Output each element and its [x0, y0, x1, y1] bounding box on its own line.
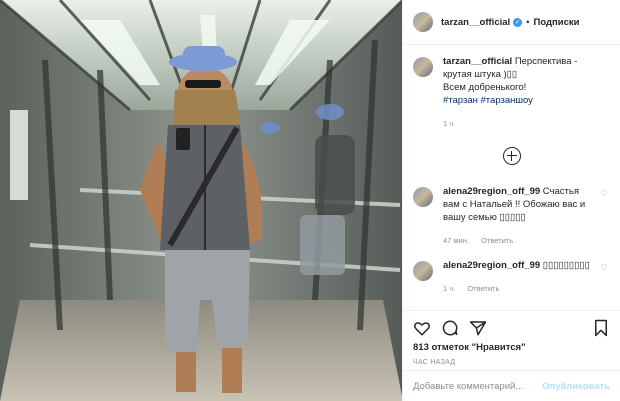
comment-time: 47 мин.: [443, 236, 469, 245]
comment-like-icon[interactable]: ♡: [598, 187, 610, 247]
bookmark-icon[interactable]: [592, 319, 610, 337]
comment-like-icon[interactable]: ♡: [598, 261, 610, 295]
action-bar: 813 отметок "Нравится" ЧАС НАЗАД: [403, 310, 620, 370]
instagram-post: tarzan__official ✓ • Подписки tarzan__of…: [0, 0, 620, 401]
likes-count[interactable]: 813 отметок "Нравится": [413, 342, 610, 353]
caption-text-line1: Перспектива -: [514, 56, 578, 67]
caption: tarzan__official Перспектива - крутая шт…: [413, 55, 610, 130]
author-avatar[interactable]: [413, 57, 433, 77]
comment-item: alena29region_off_99 ▯▯▯▯▯▯▯▯▯ 1 ч. Отве…: [413, 259, 610, 295]
commenter-username[interactable]: alena29region_off_99: [443, 186, 540, 197]
load-more-comments-icon[interactable]: [502, 147, 521, 165]
comment-text: ▯▯▯▯▯▯▯▯▯: [542, 260, 590, 271]
caption-time: 1 ч.: [443, 119, 456, 128]
commenter-avatar[interactable]: [413, 261, 433, 281]
comment-item: alena29region_off_99 Счастья вам с Натал…: [413, 185, 610, 247]
publish-button[interactable]: Опубликовать: [542, 381, 610, 392]
post-photo[interactable]: [0, 0, 403, 401]
separator-dot: •: [526, 16, 530, 28]
comment-time: 1 ч.: [443, 284, 456, 293]
commenter-avatar[interactable]: [413, 187, 433, 207]
comment-input[interactable]: Добавьте комментарий...: [413, 381, 523, 392]
caption-username[interactable]: tarzan__official: [443, 56, 512, 67]
author-username[interactable]: tarzan__official: [441, 17, 510, 28]
reply-button[interactable]: Ответить: [481, 236, 513, 245]
like-heart-icon[interactable]: [413, 319, 431, 337]
comments-section[interactable]: tarzan__official Перспектива - крутая шт…: [403, 45, 620, 310]
post-timestamp: ЧАС НАЗАД: [413, 359, 456, 366]
verified-badge-icon: ✓: [513, 17, 523, 27]
share-icon[interactable]: [469, 319, 487, 337]
author-avatar[interactable]: [413, 12, 433, 32]
reply-button[interactable]: Ответить: [467, 284, 499, 293]
post-sidebar: tarzan__official ✓ • Подписки tarzan__of…: [403, 0, 620, 401]
comment-bubble-icon[interactable]: [441, 319, 459, 337]
caption-text-line2: крутая штука )▯▯: [443, 69, 518, 80]
commenter-username[interactable]: alena29region_off_99: [443, 260, 540, 271]
caption-hashtags[interactable]: #тарзан #тарзаншоу: [443, 95, 533, 106]
post-header: tarzan__official ✓ • Подписки: [403, 0, 620, 45]
caption-text-line3: Всем добренького!: [443, 82, 527, 93]
following-button[interactable]: Подписки: [534, 17, 580, 28]
add-comment-bar: Добавьте комментарий... Опубликовать: [403, 370, 620, 401]
mirror-elevator-photo: [0, 0, 402, 401]
